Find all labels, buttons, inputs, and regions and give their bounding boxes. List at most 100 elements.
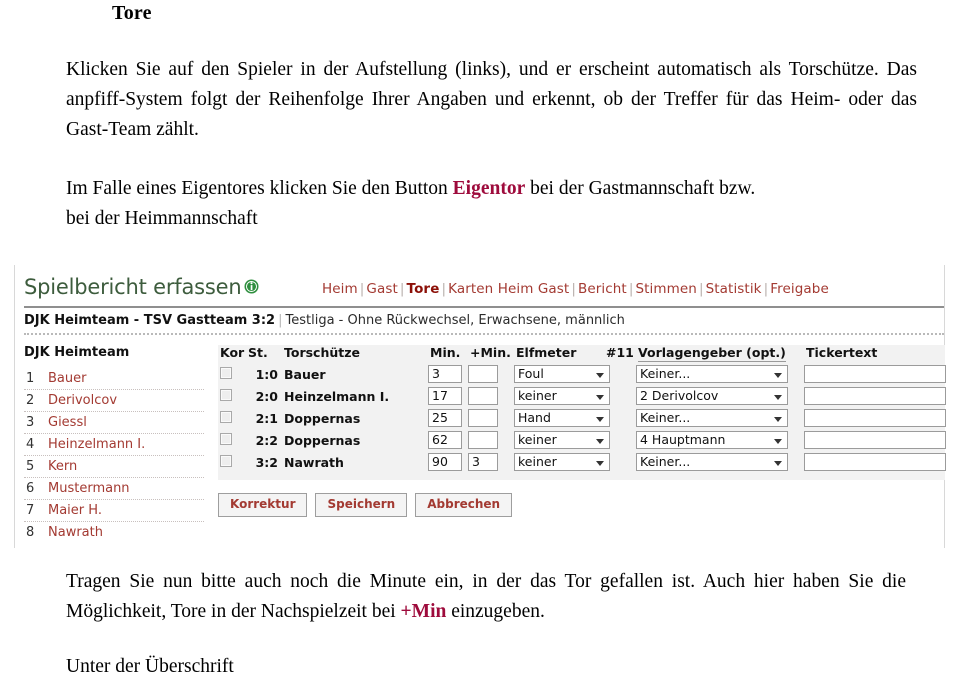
goal-score: 2:0 <box>255 389 278 404</box>
goal-tickertext-input[interactable] <box>804 453 946 471</box>
roster-item-7[interactable]: 7 Maier H. <box>24 500 204 522</box>
goal-tickertext-input[interactable] <box>804 431 946 449</box>
nav-separator: | <box>441 281 447 297</box>
paragraph-intro: Klicken Sie auf den Spieler in der Aufst… <box>66 55 917 145</box>
goal-plusmin-input[interactable] <box>468 387 498 405</box>
goal-minute-input[interactable]: 3 <box>428 365 462 383</box>
goal-assist-value: 4 Hauptmann <box>640 432 726 447</box>
goal-scorer: Doppernas <box>284 411 361 426</box>
roster-player-name: Heinzelmann I. <box>48 437 146 452</box>
correction-checkbox[interactable] <box>220 411 232 423</box>
roster-item-1[interactable]: 1 Bauer <box>24 368 204 390</box>
goal-penalty-value: Hand <box>518 410 551 425</box>
tab-stimmen[interactable]: Stimmen <box>635 281 696 297</box>
app-title: Spielbericht erfassen <box>24 275 242 299</box>
goal-minute-input[interactable]: 17 <box>428 387 462 405</box>
goal-penalty-value: keiner <box>518 454 557 469</box>
goal-penalty-value: Foul <box>518 366 544 381</box>
abbrechen-button[interactable]: Abbrechen <box>415 493 513 517</box>
roster-item-8[interactable]: 8 Nawrath <box>24 522 204 543</box>
goal-row: 3:2 Nawrath 90 3 keiner Keiner... <box>218 452 946 474</box>
roster-item-3[interactable]: 3 Giessl <box>24 412 204 434</box>
chevron-down-icon <box>774 461 782 466</box>
roster-player-name: Giessl <box>48 415 87 430</box>
goal-score: 1:0 <box>255 367 278 382</box>
column-header-min: Min. <box>430 345 461 360</box>
goal-assist-select[interactable]: 2 Derivolcov <box>636 387 788 405</box>
correction-checkbox[interactable] <box>220 367 232 379</box>
paragraph-minute-after: einzugeben. <box>446 601 545 622</box>
goal-penalty-select[interactable]: keiner <box>514 387 610 405</box>
paragraph-ueberschrift-text: Unter der Überschrift <box>66 656 234 677</box>
goal-minute-input[interactable]: 25 <box>428 409 462 427</box>
match-separator: | <box>278 313 283 328</box>
goal-assist-select[interactable]: 4 Hauptmann <box>636 431 788 449</box>
roster-item-5[interactable]: 5 Kern <box>24 456 204 478</box>
goal-row: 2:2 Doppernas 62 keiner 4 Hauptmann <box>218 430 946 452</box>
tab-statistik[interactable]: Statistik <box>706 281 762 297</box>
goal-scorer: Doppernas <box>284 433 361 448</box>
page-title: Tore <box>112 2 152 24</box>
correction-checkbox[interactable] <box>220 455 232 467</box>
speichern-button[interactable]: Speichern <box>315 493 408 517</box>
correction-checkbox[interactable] <box>220 433 232 445</box>
column-header-scorer: Torschütze <box>284 345 360 360</box>
match-dotted-divider <box>24 333 944 335</box>
goal-penalty-select[interactable]: Hand <box>514 409 610 427</box>
info-circle-icon[interactable] <box>244 279 259 294</box>
match-teams-score: DJK Heimteam - TSV Gastteam 3:2 <box>24 313 276 328</box>
goal-penalty-select[interactable]: keiner <box>514 431 610 449</box>
tab-tore[interactable]: Tore <box>407 281 440 297</box>
nav-separator: | <box>399 281 405 297</box>
form-action-buttons: Korrektur Speichern Abbrechen <box>218 493 520 517</box>
goal-penalty-select[interactable]: Foul <box>514 365 610 383</box>
goal-assist-select[interactable]: Keiner... <box>636 409 788 427</box>
goal-tickertext-input[interactable] <box>804 409 946 427</box>
column-header-stand: St. <box>248 345 268 360</box>
roster-player-name: Derivolcov <box>48 393 118 408</box>
screenshot-left-border <box>14 265 15 548</box>
goals-table: Kor St. Torschütze Min. +Min. Elfmeter #… <box>218 345 946 480</box>
column-header-penalty: Elfmeter <box>516 345 577 360</box>
chevron-down-icon <box>774 417 782 422</box>
goal-assist-select[interactable]: Keiner... <box>636 453 788 471</box>
goal-assist-select[interactable]: Keiner... <box>636 365 788 383</box>
goal-penalty-select[interactable]: keiner <box>514 453 610 471</box>
roster-item-4[interactable]: 4 Heinzelmann I. <box>24 434 204 456</box>
correction-checkbox[interactable] <box>220 389 232 401</box>
goal-plusmin-input[interactable] <box>468 431 498 449</box>
tab-heim[interactable]: Heim <box>322 281 358 297</box>
roster-item-6[interactable]: 6 Mustermann <box>24 478 204 500</box>
roster-number: 8 <box>26 525 35 540</box>
roster-team-name: DJK Heimteam <box>24 345 130 360</box>
roster-player-name: Mustermann <box>48 481 130 496</box>
roster-player-name: Nawrath <box>48 525 103 540</box>
chevron-down-icon <box>596 373 604 378</box>
roster-player-name: Maier H. <box>48 503 102 518</box>
match-details: Testliga - Ohne Rückwechsel, Erwachsene,… <box>285 313 625 328</box>
korrektur-button[interactable]: Korrektur <box>218 493 308 517</box>
roster-item-2[interactable]: 2 Derivolcov <box>24 390 204 412</box>
goal-tickertext-input[interactable] <box>804 365 946 383</box>
goal-plusmin-input[interactable] <box>468 365 498 383</box>
goal-row: 1:0 Bauer 3 Foul Keiner... <box>218 364 946 386</box>
goal-scorer: Heinzelmann I. <box>284 389 390 404</box>
goal-minute-input[interactable]: 62 <box>428 431 462 449</box>
paragraph-intro-text: Klicken Sie auf den Spieler in der Aufst… <box>66 59 917 140</box>
match-info-line: DJK Heimteam - TSV Gastteam 3:2 | Testliga… <box>24 313 625 328</box>
roster-number: 3 <box>26 415 35 430</box>
embedded-app-screenshot: Spielbericht erfassen Heim | Gast | Tore | Kar… <box>0 265 960 548</box>
goal-assist-value: Keiner... <box>640 366 691 381</box>
tab-freigabe[interactable]: Freigabe <box>770 281 829 297</box>
roster-number: 5 <box>26 459 35 474</box>
goal-plusmin-input[interactable] <box>468 409 498 427</box>
goal-tickertext-input[interactable] <box>804 387 946 405</box>
chevron-down-icon <box>596 461 604 466</box>
goal-minute-input[interactable]: 90 <box>428 453 462 471</box>
tab-bericht[interactable]: Bericht <box>578 281 627 297</box>
chevron-down-icon <box>596 395 604 400</box>
tab-gast[interactable]: Gast <box>366 281 397 297</box>
goal-plusmin-input[interactable]: 3 <box>468 453 498 471</box>
roster-player-name: Kern <box>48 459 78 474</box>
tab-karten-heim-gast[interactable]: Karten Heim Gast <box>448 281 569 297</box>
